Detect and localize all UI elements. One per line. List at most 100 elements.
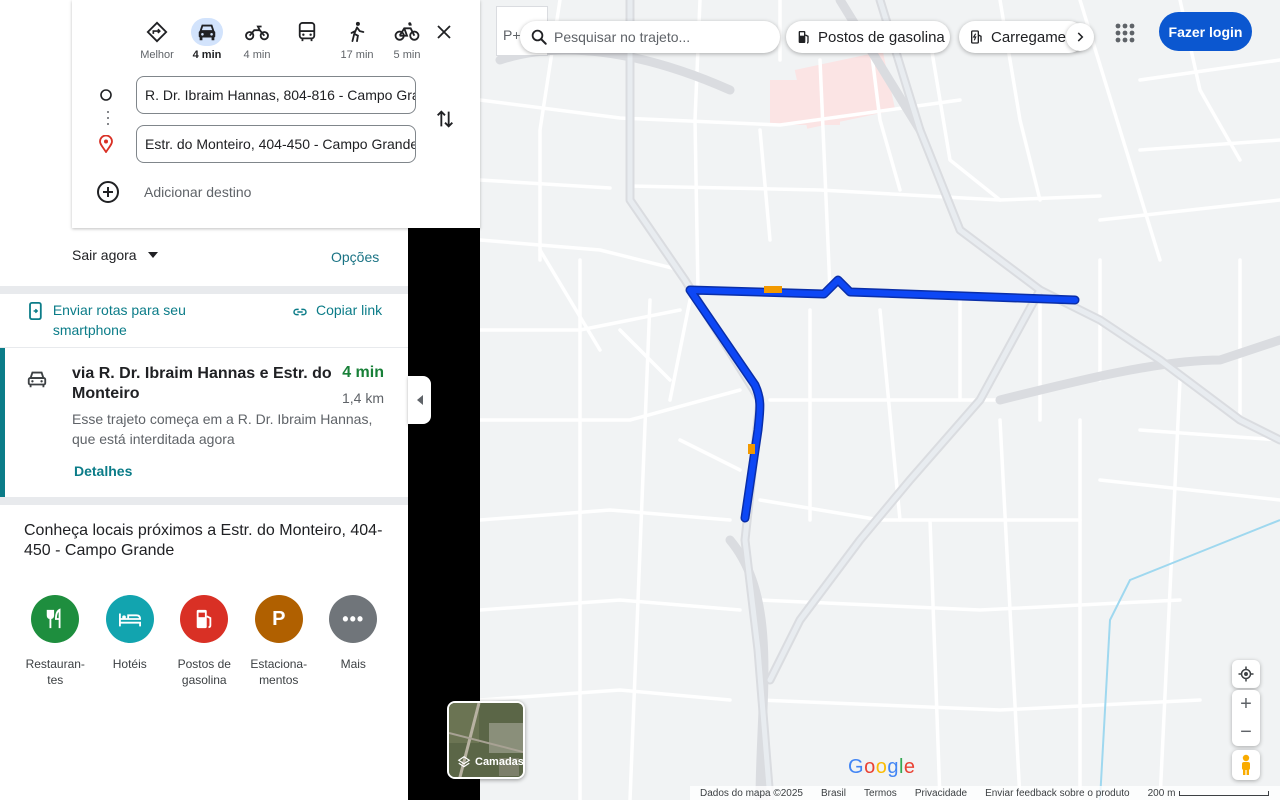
route-distance: 1,4 km — [341, 390, 384, 406]
category-hotels[interactable]: Hotéis — [93, 595, 168, 688]
footer-privacy[interactable]: Privacidade — [915, 788, 967, 799]
add-destination-button[interactable]: Adicionar destino — [96, 180, 251, 204]
category-label: Mais — [340, 657, 366, 671]
layers-icon — [457, 756, 471, 768]
ev-charger-icon — [969, 29, 985, 45]
search-placeholder: Pesquisar no trajeto... — [554, 29, 691, 45]
street-view-pegman[interactable] — [1232, 750, 1260, 780]
mode-car[interactable]: 4 min — [182, 18, 232, 62]
route-details-link[interactable]: Detalhes — [74, 463, 132, 479]
nearby-title: Conheça locais próximos a Estr. do Monte… — [24, 522, 383, 559]
mode-label: 5 min — [393, 49, 421, 61]
footer-feedback[interactable]: Enviar feedback sobre o produto — [985, 788, 1130, 799]
footer-scale[interactable]: 200 m — [1148, 788, 1280, 799]
mode-best[interactable]: Melhor — [132, 18, 182, 62]
mode-label: 17 min — [340, 49, 374, 61]
chip-gas-stations[interactable]: Postos de gasolina — [786, 21, 950, 53]
footer-map-data: Dados do mapa ©2025 — [700, 787, 803, 799]
bicycle-icon — [394, 22, 420, 41]
close-directions-button[interactable] — [430, 18, 458, 46]
chip-label: Postos de gasolina — [818, 28, 945, 46]
category-label: Hotéis — [112, 657, 147, 671]
mode-motorcycle[interactable]: 4 min — [232, 18, 282, 62]
search-icon — [531, 29, 547, 45]
depart-label: Sair agora — [72, 247, 137, 263]
pegman-icon — [1242, 754, 1250, 775]
map-roads — [480, 0, 1280, 800]
gas-station-icon — [796, 29, 812, 45]
category-label: Postos de gasolina — [177, 657, 231, 687]
mode-label: Melhor — [140, 49, 174, 61]
section-divider — [0, 497, 408, 505]
car-icon — [198, 24, 216, 41]
depart-time-dropdown[interactable]: Sair agora — [72, 247, 159, 263]
caret-down-icon — [147, 252, 158, 258]
route-option[interactable]: via R. Dr. Ibraim Hannas e Estr. do Mont… — [0, 347, 408, 498]
footer-country[interactable]: Brasil — [821, 788, 846, 799]
zoom-in-button[interactable]: + — [1232, 690, 1260, 718]
destination-input[interactable]: Estr. do Monteiro, 404-450 - Campo Grand… — [136, 125, 416, 163]
google-apps-button[interactable] — [1112, 20, 1138, 46]
footer-terms[interactable]: Termos — [864, 788, 897, 799]
diamond-route-icon — [146, 21, 168, 43]
route-note: Esse trajeto começa em a R. Dr. Ibraim H… — [72, 411, 373, 447]
caret-left-icon — [416, 395, 423, 405]
map-footer: Dados do mapa ©2025 Brasil Termos Privac… — [690, 786, 1280, 800]
route-title: via R. Dr. Ibraim Hannas e Estr. do Mont… — [72, 365, 332, 402]
category-gas-stations[interactable]: Postos de gasolina — [167, 595, 242, 688]
route-selected-bar — [0, 348, 5, 498]
parking-icon: P — [272, 607, 286, 630]
more-icon: ••• — [342, 608, 365, 629]
chips-next-button[interactable] — [1066, 23, 1094, 51]
my-location-icon — [1238, 666, 1254, 682]
zoom-controls: + − — [1232, 690, 1260, 746]
link-icon — [293, 308, 307, 316]
map-canvas[interactable] — [480, 0, 1280, 800]
copy-link-label: Copiar link — [316, 302, 383, 318]
route-search-input[interactable]: Pesquisar no trajeto... — [520, 21, 780, 53]
copy-link-button[interactable]: Copiar link — [292, 300, 392, 320]
walking-icon — [350, 21, 365, 42]
hotel-icon — [118, 613, 141, 627]
destination-pin-icon — [98, 135, 114, 153]
layers-label: Camadas — [475, 756, 524, 768]
category-parking[interactable]: P Estaciona-mentos — [242, 595, 317, 688]
chevron-right-icon — [1077, 32, 1084, 42]
mode-walking[interactable]: 17 min — [332, 18, 382, 62]
origin-row: R. Dr. Ibraim Hannas, 804-816 - Campo Gr… — [72, 76, 480, 114]
my-location-button[interactable] — [1232, 660, 1260, 688]
close-icon — [437, 25, 451, 39]
destination-row: Estr. do Monteiro, 404-450 - Campo Grand… — [72, 125, 480, 163]
swap-arrows-icon — [437, 110, 453, 128]
add-circle-icon — [97, 181, 119, 203]
bus-icon — [298, 22, 316, 42]
collapse-panel-button[interactable] — [408, 376, 431, 424]
scale-label: 200 m — [1147, 787, 1176, 799]
login-button[interactable]: Fazer login — [1159, 12, 1252, 51]
category-more[interactable]: ••• Mais — [316, 595, 391, 688]
swap-button[interactable] — [432, 106, 458, 132]
category-label: Estaciona-mentos — [250, 657, 308, 687]
car-icon — [27, 371, 47, 388]
origin-circle-icon — [98, 87, 114, 103]
send-to-phone-icon — [29, 302, 42, 320]
category-restaurants[interactable]: Restauran-tes — [18, 595, 93, 688]
options-link[interactable]: Opções — [331, 249, 379, 265]
apps-grid-icon — [1115, 23, 1135, 43]
layers-button[interactable]: Camadas — [447, 701, 525, 779]
travel-modes: Melhor 4 min 4 min 17 min 5 min — [132, 18, 432, 62]
add-destination-label: Adicionar destino — [144, 184, 252, 200]
send-to-phone-label: Enviar rotas para seu smartphone — [52, 302, 186, 338]
origin-input[interactable]: R. Dr. Ibraim Hannas, 804-816 - Campo Gr… — [136, 76, 416, 114]
mode-transit[interactable] — [282, 18, 332, 62]
scale-bar — [1179, 790, 1270, 796]
route-time: 4 min — [342, 364, 384, 381]
zoom-out-button[interactable]: − — [1232, 718, 1260, 746]
mode-label: 4 min — [192, 49, 222, 61]
mode-label: 4 min — [243, 49, 271, 61]
pbox-label: P+ — [503, 27, 521, 43]
motorcycle-icon — [245, 25, 269, 41]
send-to-phone-link[interactable]: Enviar rotas para seu smartphone — [28, 300, 248, 340]
mode-cycling[interactable]: 5 min — [382, 18, 432, 62]
restaurant-icon — [47, 608, 61, 629]
